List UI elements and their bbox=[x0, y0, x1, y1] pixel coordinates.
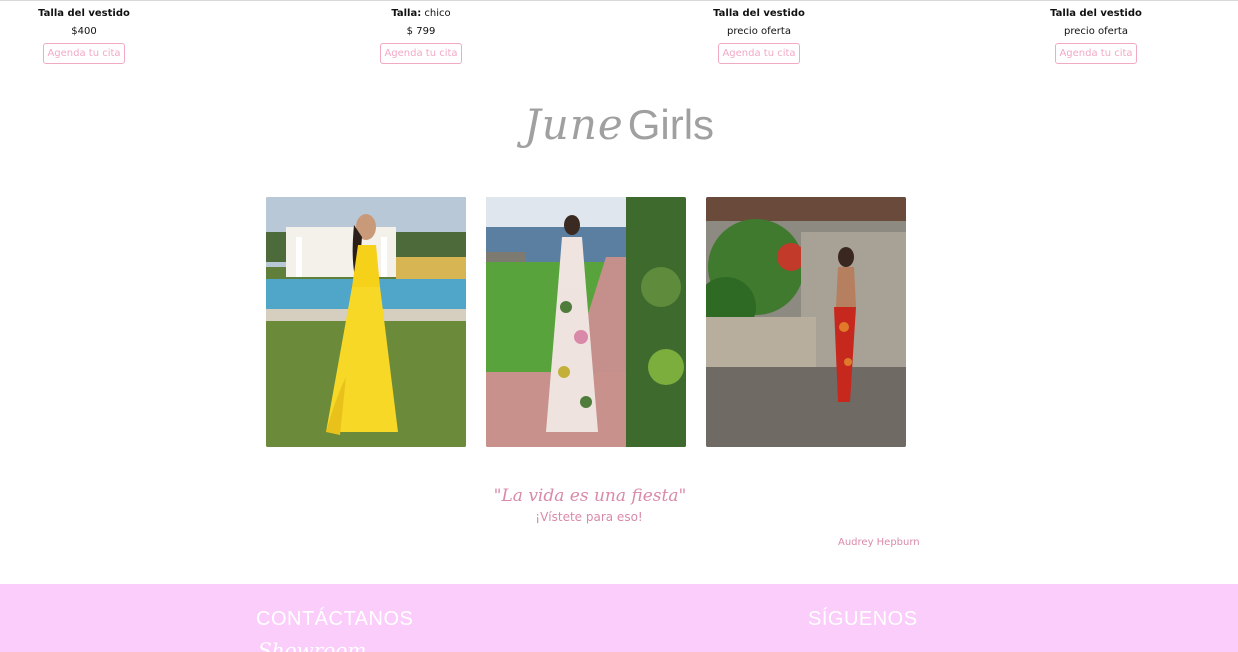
footer-showroom-heading: Showroom bbox=[258, 638, 367, 652]
book-appointment-button[interactable]: Agenda tu cita bbox=[718, 43, 800, 64]
product-price: precio oferta bbox=[727, 26, 791, 37]
quote-subtext: ¡Vístete para eso! bbox=[535, 510, 643, 524]
customer-photo-gallery bbox=[266, 197, 906, 447]
product-size: Talla del vestido bbox=[713, 8, 805, 19]
product-price: precio oferta bbox=[1064, 26, 1128, 37]
product-size: Talla del vestido bbox=[1050, 8, 1142, 19]
product-card: Talla del vestido precio oferta Agenda t… bbox=[684, 5, 834, 64]
product-card: Talla: chico $ 799 Agenda tu cita bbox=[346, 5, 496, 64]
gallery-photo-red-dress[interactable] bbox=[706, 197, 906, 447]
book-appointment-button[interactable]: Agenda tu cita bbox=[1055, 43, 1137, 64]
book-appointment-button[interactable]: Agenda tu cita bbox=[380, 43, 462, 64]
product-price: $400 bbox=[71, 26, 97, 37]
quote-author: Audrey Hepburn bbox=[838, 537, 920, 548]
quote-block: "La vida es una fiesta" ¡Vístete para es… bbox=[0, 486, 1238, 524]
footer-follow-heading: SÍGUENOS bbox=[808, 608, 918, 630]
brand-script-word: June bbox=[523, 100, 624, 149]
product-price: $ 799 bbox=[406, 26, 436, 37]
gallery-photo-yellow-dress[interactable] bbox=[266, 197, 466, 447]
quote-text: "La vida es una fiesta" bbox=[493, 486, 687, 506]
product-size: Talla del vestido bbox=[38, 8, 130, 19]
book-appointment-button[interactable]: Agenda tu cita bbox=[43, 43, 125, 64]
footer-contact-heading: CONTÁCTANOS bbox=[256, 608, 414, 630]
brand-plain-word: Girls bbox=[627, 101, 715, 148]
section-title-june-girls: JuneGirls bbox=[0, 100, 1238, 156]
product-size: Talla: chico bbox=[391, 8, 451, 19]
product-row: Talla del vestido $400 Agenda tu cita Ta… bbox=[0, 0, 1238, 70]
footer: CONTÁCTANOS SÍGUENOS Showroom bbox=[0, 584, 1238, 652]
product-card: Talla del vestido $400 Agenda tu cita bbox=[9, 5, 159, 64]
gallery-photo-floral-dress[interactable] bbox=[486, 197, 686, 447]
product-card: Talla del vestido precio oferta Agenda t… bbox=[1021, 5, 1171, 64]
